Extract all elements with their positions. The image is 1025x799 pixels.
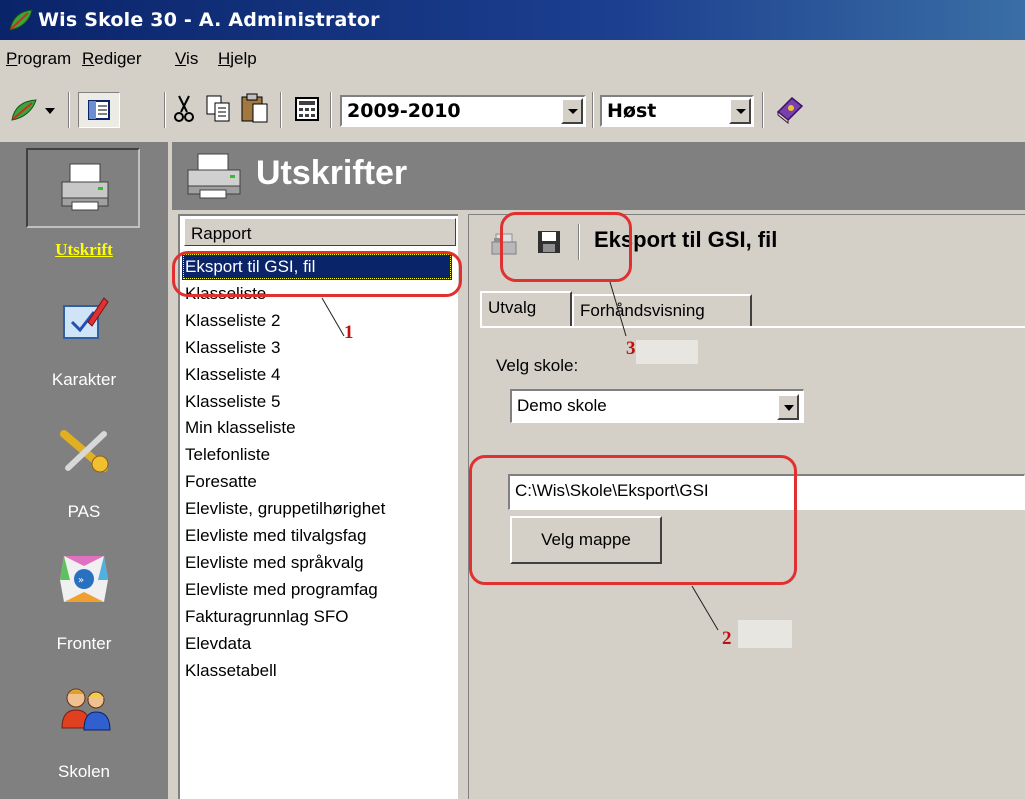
toolbar-separator [280,92,282,128]
annotation-leader-2 [691,585,719,631]
window-title: Wis Skole 30 - A. Administrator [38,9,380,31]
report-list-item[interactable]: Elevliste med språkvalg [182,549,452,576]
toolbar: 2009-2010 Høst [0,78,1025,140]
toolbar-separator [164,92,166,128]
menu-program[interactable]: Program [6,49,71,69]
sidebar-item-utskrift[interactable]: Utskrift [0,142,168,272]
toolbar-separator [762,92,764,128]
leaf-menu-icon[interactable] [10,98,40,122]
annotation-leader-3 [609,281,627,337]
report-list-item[interactable]: Elevliste, gruppetilhørighet [182,495,452,522]
chevron-down-icon[interactable] [45,108,55,114]
section-header: Utskrifter [172,142,1025,210]
paste-icon[interactable] [240,92,270,124]
tab-label: Utvalg [488,298,537,317]
report-list-item[interactable]: Elevliste med programfag [182,576,452,603]
school-select-value: Demo skole [517,396,607,415]
sidebar-label: Utskrift [55,240,113,259]
tab-label: Forhåndsvisning [580,301,705,320]
people-icon [61,688,111,731]
report-list-item[interactable]: Telefonliste [182,441,452,468]
chevron-down-icon[interactable] [777,394,799,420]
annotation-label-bg [738,620,792,648]
cut-icon[interactable] [172,94,196,124]
school-year-value: 2009-2010 [347,100,461,122]
report-list-item[interactable]: Elevdata [182,630,452,657]
annotation-box-1 [172,251,462,297]
report-list-item[interactable]: Klasseliste 4 [182,361,452,388]
sidebar-label: Skolen [58,762,110,781]
report-list-item[interactable]: Foresatte [182,468,452,495]
help-book-icon[interactable] [774,94,806,124]
toolbar-separator [330,92,332,128]
term-value: Høst [607,100,657,122]
printer-icon [187,153,241,199]
sidebar-item-skolen[interactable]: Skolen [0,684,168,794]
list-column-header[interactable]: Rapport [184,218,456,246]
report-list-item[interactable]: Min klasseliste [182,414,452,441]
copy-icon[interactable] [205,94,233,124]
menu-rediger[interactable]: Rediger [82,49,142,69]
sidebar-label: Karakter [51,370,117,389]
tab-border [480,326,1025,328]
fronter-icon: » [60,556,108,602]
school-select[interactable]: Demo skole [510,389,804,423]
column-header-label: Rapport [191,224,252,243]
view-toggle-button[interactable] [78,92,120,128]
leaf-app-icon [9,9,33,31]
chevron-down-icon[interactable] [729,98,751,124]
svg-text:»: » [78,575,84,586]
toolbar-separator [592,92,594,128]
tab-forhandsvisning[interactable]: Forhåndsvisning [572,294,752,326]
toolbar-separator [68,92,70,128]
module-sidebar: Utskrift Karakter PAS » Fronter Skolen [0,142,168,799]
annotation-box-2 [469,455,797,585]
list-view-icon [88,100,110,120]
annotation-label-2: 2 [722,628,732,649]
sidebar-item-karakter[interactable]: Karakter [0,292,168,402]
sidebar-label: Fronter [56,634,112,653]
title-bar: Wis Skole 30 - A. Administrator [0,0,1025,40]
sidebar-item-pas[interactable]: PAS [0,424,168,534]
menu-vis[interactable]: Vis [175,49,198,69]
school-year-select[interactable]: 2009-2010 [340,95,586,127]
report-list-item[interactable]: Klassetabell [182,657,452,684]
annotation-label-3: 3 [626,338,636,359]
tab-utvalg[interactable]: Utvalg [480,291,572,327]
printer-icon [61,163,109,211]
calculator-icon[interactable] [294,96,320,122]
annotation-label-bg [636,340,698,364]
page-title: Utskrifter [256,154,408,192]
sidebar-label: PAS [67,502,101,521]
sidebar-item-fronter[interactable]: » Fronter [0,552,168,664]
menu-hjelp[interactable]: Hjelp [218,49,257,69]
term-select[interactable]: Høst [600,95,754,127]
school-label: Velg skole: [496,356,579,375]
report-list-item[interactable]: Klasseliste 2 [182,307,452,334]
report-list-item[interactable]: Klasseliste 3 [182,334,452,361]
pas-tools-icon [60,430,109,473]
annotation-label-1: 1 [344,322,354,343]
menu-bar: Program Rediger Vis Hjelp [0,42,1025,76]
chevron-down-icon[interactable] [561,98,583,124]
report-list-item[interactable]: Fakturagrunnlag SFO [182,603,452,630]
annotation-box-3 [500,212,632,282]
report-list-item[interactable]: Elevliste med tilvalgsfag [182,522,452,549]
report-list-item[interactable]: Klasseliste 5 [182,388,452,415]
grade-pencil-icon [63,297,109,339]
